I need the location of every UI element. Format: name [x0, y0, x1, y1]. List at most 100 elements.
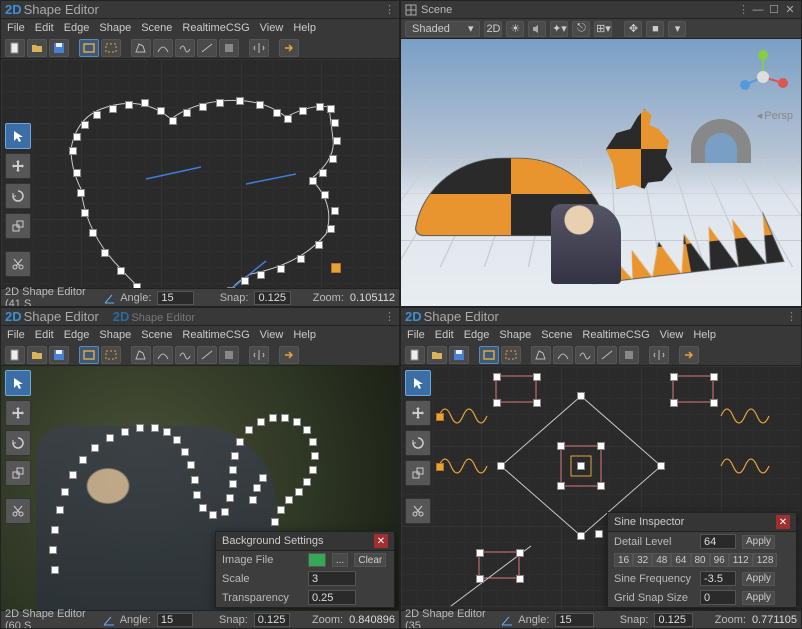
tab-inactive[interactable]: 2DShape Editor — [113, 309, 195, 324]
tb-free[interactable] — [575, 346, 595, 364]
camera-icon[interactable]: ■ — [646, 21, 664, 37]
kebab-icon[interactable]: ⋮ — [384, 3, 395, 16]
menu-help[interactable]: Help — [693, 329, 716, 341]
tool-pointer[interactable] — [5, 370, 31, 396]
menu-view[interactable]: View — [260, 22, 284, 34]
close-icon[interactable]: ✕ — [776, 515, 790, 529]
canvas[interactable]: /*placeholder*/ Background Settings✕ Ima… — [1, 366, 399, 610]
mode-2d[interactable]: 2D — [484, 21, 502, 37]
menu-scene[interactable]: Scene — [541, 329, 572, 341]
tb-rect-dotted[interactable] — [501, 346, 521, 364]
tool-rotate[interactable] — [5, 430, 31, 456]
light-icon[interactable]: ☀ — [506, 21, 524, 37]
tool-cut[interactable] — [5, 251, 31, 277]
preset-32[interactable]: 32 — [633, 553, 652, 567]
tool-cut[interactable] — [5, 498, 31, 524]
tb-open[interactable] — [27, 39, 47, 57]
menu-file[interactable]: File — [7, 329, 25, 341]
menu-edge[interactable]: Edge — [464, 329, 490, 341]
tb-new[interactable] — [5, 39, 25, 57]
preset-64[interactable]: 64 — [671, 553, 690, 567]
scene-titlebar[interactable]: Scene ⋮ — ☐ ✕ — [401, 1, 801, 19]
tool-rotate[interactable] — [5, 183, 31, 209]
tb-rect[interactable] — [479, 346, 499, 364]
tb-export[interactable] — [679, 346, 699, 364]
snap-value[interactable]: 0.125 — [254, 613, 290, 627]
audio-icon[interactable] — [528, 21, 546, 37]
minimize-icon[interactable]: — — [751, 3, 765, 17]
tb-export[interactable] — [279, 346, 299, 364]
scene-viewport[interactable]: ◂Persp — [401, 39, 801, 306]
tb-poly[interactable] — [131, 346, 151, 364]
apply-button[interactable]: Apply — [742, 572, 775, 586]
menu-view[interactable]: View — [660, 329, 684, 341]
titlebar[interactable]: 2D Shape Editor ⋮ — [1, 1, 399, 19]
tb-fill[interactable] — [219, 346, 239, 364]
menu-file[interactable]: File — [407, 329, 425, 341]
tool-cut[interactable] — [405, 498, 431, 524]
tb-rect-dotted[interactable] — [101, 39, 121, 57]
apply-button[interactable]: Apply — [742, 591, 775, 605]
menu-scene[interactable]: Scene — [141, 329, 172, 341]
persp-label[interactable]: ◂Persp — [757, 109, 793, 122]
tb-open[interactable] — [427, 346, 447, 364]
tool-scale[interactable] — [5, 460, 31, 486]
menu-scene[interactable]: Scene — [141, 22, 172, 34]
tb-open[interactable] — [27, 346, 47, 364]
tool-pointer[interactable] — [5, 123, 31, 149]
clear-button[interactable]: Clear — [354, 553, 386, 567]
menu-file[interactable]: File — [7, 22, 25, 34]
menu-edge[interactable]: Edge — [64, 329, 90, 341]
tb-flip[interactable] — [249, 39, 269, 57]
tb-save[interactable] — [49, 346, 69, 364]
preset-16[interactable]: 16 — [614, 553, 633, 567]
menu-realtimecsg[interactable]: RealtimeCSG — [582, 329, 649, 341]
angle-value[interactable]: 15 — [555, 613, 593, 627]
tb-line[interactable] — [197, 39, 217, 57]
browse-button[interactable]: ... — [332, 553, 348, 567]
scale-input[interactable] — [308, 571, 356, 586]
tool-scale[interactable] — [5, 213, 31, 239]
close-icon[interactable]: ✕ — [374, 534, 388, 548]
shading-dropdown[interactable]: Shaded▾ — [405, 21, 480, 37]
tb-export[interactable] — [279, 39, 299, 57]
tb-flip[interactable] — [249, 346, 269, 364]
menu-edit[interactable]: Edit — [435, 329, 454, 341]
tb-arc[interactable] — [153, 39, 173, 57]
transparency-input[interactable] — [308, 590, 356, 605]
tool-move[interactable] — [405, 400, 431, 426]
tool-rotate[interactable] — [405, 430, 431, 456]
tb-flip[interactable] — [649, 346, 669, 364]
tb-fill[interactable] — [619, 346, 639, 364]
apply-button[interactable]: Apply — [742, 535, 775, 549]
tb-line[interactable] — [597, 346, 617, 364]
tb-save[interactable] — [449, 346, 469, 364]
tb-rect-dotted[interactable] — [101, 346, 121, 364]
kebab-icon[interactable]: ⋮ — [384, 310, 395, 323]
hidden-icon[interactable]: ⎋ — [572, 21, 590, 37]
angle-value[interactable]: 15 — [157, 291, 193, 305]
tb-save[interactable] — [49, 39, 69, 57]
menu-edge[interactable]: Edge — [64, 22, 90, 34]
tb-free[interactable] — [175, 346, 195, 364]
menu-realtimecsg[interactable]: RealtimeCSG — [182, 329, 249, 341]
menu-shape[interactable]: Shape — [99, 22, 131, 34]
snap-value[interactable]: 0.125 — [654, 613, 692, 627]
menu-edit[interactable]: Edit — [35, 329, 54, 341]
preset-80[interactable]: 80 — [691, 553, 710, 567]
detail-input[interactable] — [700, 534, 736, 549]
fx-icon[interactable]: ✦▾ — [550, 21, 568, 37]
image-thumb[interactable] — [308, 553, 326, 567]
menu-help[interactable]: Help — [293, 22, 316, 34]
tb-free[interactable] — [175, 39, 195, 57]
canvas[interactable]: Sine Inspector✕ Detail Level Apply 16 32… — [401, 366, 801, 610]
scene-tab[interactable]: Scene — [405, 4, 452, 16]
kebab-icon[interactable]: ⋮ — [738, 3, 749, 17]
preset-112[interactable]: 112 — [729, 553, 753, 567]
snap-value[interactable]: 0.125 — [254, 291, 290, 305]
maximize-icon[interactable]: ☐ — [767, 3, 781, 17]
chevron-down-icon[interactable]: ▾ — [668, 21, 686, 37]
tool-scale[interactable] — [405, 460, 431, 486]
grid-input[interactable] — [700, 590, 736, 605]
tb-poly[interactable] — [131, 39, 151, 57]
